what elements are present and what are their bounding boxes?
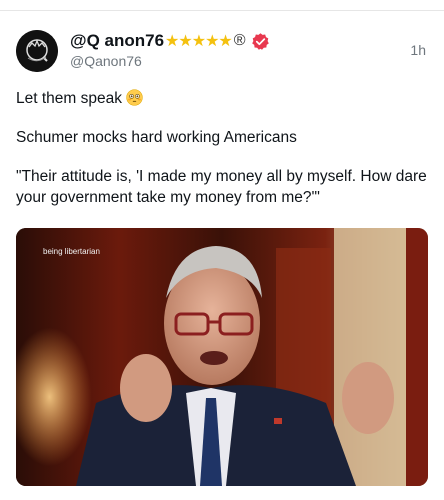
avatar[interactable] [16, 30, 58, 72]
tweet-line-2: Schumer mocks hard working Americans [16, 129, 297, 146]
star-rating: ★★★★★ [165, 33, 233, 50]
video-frame-image [16, 228, 428, 486]
post-timestamp[interactable]: 1h [410, 42, 426, 58]
top-divider [0, 10, 444, 11]
registered-mark: ® [233, 32, 246, 49]
display-name[interactable]: @Q anon76 [70, 31, 164, 51]
tweet-text: Let them speak Schumer mocks hard workin… [16, 88, 428, 208]
tweet-line-1: Let them speak [16, 88, 428, 109]
tweet-line-3: "Their attitude is, 'I made my money all… [16, 168, 427, 206]
tweet-line-1-text: Let them speak [16, 90, 122, 107]
q-avatar-icon [16, 30, 58, 72]
flushed-face-emoji-icon [126, 89, 143, 106]
video-media[interactable]: being libertarian [16, 228, 428, 486]
name-row: @Q anon76 ★★★★★ ® [70, 30, 270, 52]
video-caption: being libertarian [43, 247, 100, 256]
verified-badge-icon [251, 32, 269, 50]
user-handle[interactable]: @Qanon76 [70, 53, 142, 69]
